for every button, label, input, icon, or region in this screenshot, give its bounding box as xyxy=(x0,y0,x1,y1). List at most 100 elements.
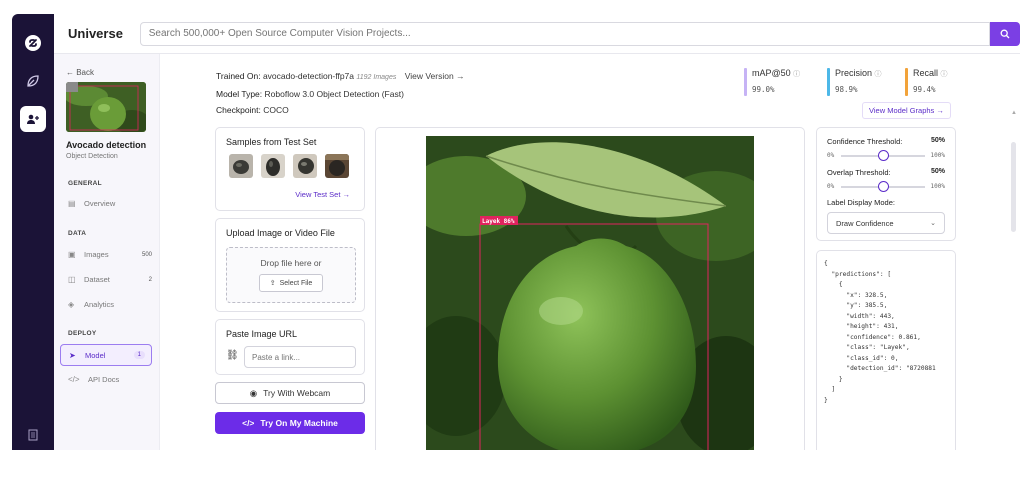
image-url-input[interactable] xyxy=(244,346,356,368)
section-general: GENERAL xyxy=(68,180,102,187)
json-output: { "predictions": [ { "x": 328.5, "y": 38… xyxy=(824,260,936,404)
images-count-badge: 500 xyxy=(141,251,152,258)
metric-recall: Recall ⓘ 99.4% xyxy=(905,68,948,96)
top-bar: Universe xyxy=(54,14,1020,54)
select-file-button[interactable]: ⇪ Select File xyxy=(259,274,323,292)
json-output-card: { "predictions": [ { "x": 328.5, "y": 38… xyxy=(816,250,956,450)
model-type-row: Model Type: Roboflow 3.0 Object Detectio… xyxy=(216,86,465,102)
main-panel: Trained On: avocado-detection-ffp7a 1192… xyxy=(160,54,1020,450)
label-display-mode-select[interactable]: Draw Confidence ⌄ xyxy=(827,212,945,234)
roboflow-logo-icon[interactable] xyxy=(20,30,46,56)
project-subtitle: Object Detection xyxy=(66,153,118,160)
model-info: Trained On: avocado-detection-ffp7a 1192… xyxy=(216,68,465,118)
model-type-value: Roboflow 3.0 Object Detection (Fast) xyxy=(264,89,404,99)
trained-on-label: Trained On: xyxy=(216,71,261,81)
try-webcam-button[interactable]: ◉ Try With Webcam xyxy=(215,382,365,404)
view-test-set-link[interactable]: View Test Set → xyxy=(295,190,350,199)
overlap-threshold-label: Overlap Threshold: xyxy=(827,168,891,177)
project-thumbnail xyxy=(66,82,146,132)
overlap-threshold-value: 50% xyxy=(930,168,945,175)
sidebar-item-label: Images xyxy=(84,250,109,259)
overlap-max-label: 100% xyxy=(930,183,945,190)
analytics-icon: ◈ xyxy=(68,300,75,309)
sidebar-item-label: Dataset xyxy=(84,275,110,284)
confidence-slider-handle[interactable] xyxy=(877,150,889,161)
inference-viewer: Layek 86% xyxy=(375,127,805,450)
chevron-down-icon: ⌄ xyxy=(930,220,936,227)
label-display-mode-value: Draw Confidence xyxy=(836,218,894,228)
page-scrollbar[interactable] xyxy=(1011,142,1016,232)
back-link[interactable]: ← Back xyxy=(66,68,94,77)
images-icon: ▣ xyxy=(68,250,76,259)
metric-color-bar xyxy=(905,68,908,96)
info-icon[interactable]: ⓘ xyxy=(941,71,948,78)
metric-color-bar xyxy=(744,68,747,96)
metric-value: 99.0% xyxy=(752,85,775,94)
info-icon[interactable]: ⓘ xyxy=(793,71,800,78)
sample-thumbnail[interactable] xyxy=(325,154,349,178)
sidebar-item-api-docs[interactable]: </> API Docs xyxy=(68,375,152,384)
trained-on-row: Trained On: avocado-detection-ffp7a 1192… xyxy=(216,68,465,86)
trained-on-value: avocado-detection-ffp7a xyxy=(262,71,355,81)
leaf-icon[interactable] xyxy=(20,68,46,94)
try-on-machine-label: Try On My Machine xyxy=(260,418,338,428)
sample-thumbnail[interactable] xyxy=(229,154,253,178)
code-icon: </> xyxy=(68,375,80,384)
metric-color-bar xyxy=(827,68,830,96)
metric-label: Precision xyxy=(835,68,873,78)
app-root: Universe ← Back Avocado detection Object… xyxy=(0,0,1034,478)
sidebar-item-model[interactable]: ➤ Model 1 xyxy=(60,344,152,366)
metric-map50: mAP@50 ⓘ 99.0% xyxy=(744,68,800,96)
select-file-label: Select File xyxy=(279,279,313,287)
file-drop-zone[interactable]: Drop file here or ⇪ Select File xyxy=(226,247,356,303)
samples-title: Samples from Test Set xyxy=(226,137,317,147)
try-on-machine-button[interactable]: </> Try On My Machine xyxy=(215,412,365,434)
model-type-label: Model Type: xyxy=(216,89,263,99)
label-display-mode-title: Label Display Mode: xyxy=(827,198,895,207)
model-count-badge: 1 xyxy=(133,351,145,359)
try-webcam-label: Try With Webcam xyxy=(263,388,331,398)
view-model-graphs-button[interactable]: View Model Graphs → xyxy=(862,102,951,119)
search-button[interactable] xyxy=(990,21,1020,46)
metric-value: 98.9% xyxy=(835,85,858,94)
view-version-link[interactable]: View Version → xyxy=(405,71,465,81)
sample-thumbnail[interactable] xyxy=(261,154,285,178)
scroll-up-icon[interactable]: ▲ xyxy=(1011,110,1017,116)
samples-card: Samples from Test Set View Test Set → xyxy=(215,127,365,211)
detection-label: Layek 86% xyxy=(482,218,515,225)
overlap-min-label: 0% xyxy=(827,183,835,190)
sidebar-item-dataset[interactable]: ◫ Dataset 2 xyxy=(68,275,152,284)
paste-url-card: Paste Image URL ⛓ xyxy=(215,319,365,375)
brand-title[interactable]: Universe xyxy=(68,26,126,41)
docs-icon[interactable] xyxy=(28,428,38,446)
confidence-threshold-label: Confidence Threshold: xyxy=(827,137,903,146)
info-icon[interactable]: ⓘ xyxy=(875,71,882,78)
sidebar-item-analytics[interactable]: ◈ Analytics xyxy=(68,300,152,309)
sample-thumbnail[interactable] xyxy=(293,154,317,178)
sidebar-item-images[interactable]: ▣ Images 500 xyxy=(68,250,152,259)
checkpoint-label: Checkpoint: xyxy=(216,105,261,115)
checkpoint-row: Checkpoint: COCO xyxy=(216,102,465,118)
confidence-max-label: 100% xyxy=(930,152,945,159)
confidence-min-label: 0% xyxy=(827,152,835,159)
sidebar-item-label: Overview xyxy=(84,199,116,208)
search-icon xyxy=(1000,29,1010,38)
drop-text: Drop file here or xyxy=(260,258,322,268)
upload-title: Upload Image or Video File xyxy=(226,228,335,238)
sidebar-item-overview[interactable]: ▤ Overview xyxy=(68,199,152,208)
metric-label: Recall xyxy=(913,68,939,78)
section-deploy: DEPLOY xyxy=(68,330,97,337)
search-input[interactable] xyxy=(139,21,991,46)
dataset-icon: ◫ xyxy=(68,275,76,284)
users-icon[interactable] xyxy=(20,106,46,132)
code-icon: </> xyxy=(242,418,255,428)
upload-card: Upload Image or Video File Drop file her… xyxy=(215,218,365,312)
rocket-icon: ➤ xyxy=(69,350,76,360)
overlap-slider-handle[interactable] xyxy=(877,181,889,192)
paste-url-title: Paste Image URL xyxy=(226,329,298,339)
metric-label: mAP@50 xyxy=(752,68,791,78)
confidence-threshold-value: 50% xyxy=(930,137,945,144)
metric-value: 99.4% xyxy=(913,85,936,94)
metric-precision: Precision ⓘ 98.9% xyxy=(827,68,882,96)
app-rail xyxy=(12,14,54,450)
